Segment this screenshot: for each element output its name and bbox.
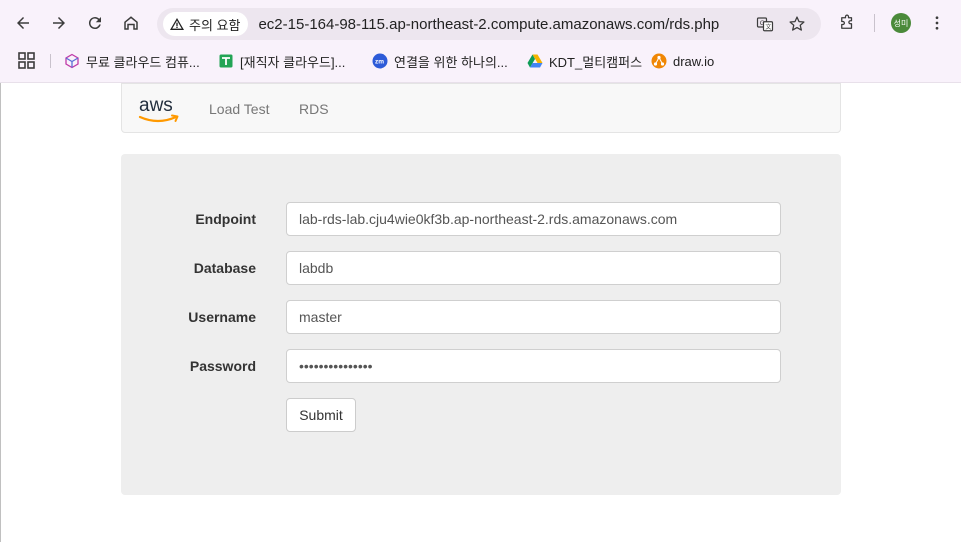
password-label: Password [189, 358, 256, 374]
bookmarks-divider [50, 54, 51, 68]
reload-icon [88, 17, 101, 30]
database-input[interactable] [286, 251, 781, 285]
more-vertical-icon [935, 16, 939, 30]
translate-icon: G文 [756, 17, 774, 32]
password-row: Password [121, 349, 841, 383]
bookmark-label: KDT_멀티캠퍼스 [549, 54, 643, 70]
bookmark-label: 연결을 위한 하나의... [394, 54, 508, 70]
username-label: Username [188, 309, 256, 325]
zoom-icon: zm [372, 53, 388, 69]
sheets-icon [218, 53, 234, 69]
address-bar[interactable]: 주의 요함 ec2-15-164-98-115.ap-northeast-2.c… [157, 8, 821, 40]
browser-toolbar: 주의 요함 ec2-15-164-98-115.ap-northeast-2.c… [0, 0, 961, 46]
bookmark-item[interactable]: 무료 클라우드 컴퓨... [64, 51, 200, 71]
profile-avatar[interactable]: 성미 [891, 13, 911, 33]
arrow-right-icon [53, 17, 65, 29]
site-navbar: aws Load Test RDS [121, 83, 841, 133]
warning-icon [170, 18, 184, 30]
endpoint-input[interactable] [286, 202, 781, 236]
arrow-left-icon [17, 17, 29, 29]
bookmark-item[interactable]: [재직자 클라우드]... [218, 51, 345, 71]
puzzle-icon [841, 14, 853, 29]
star-icon [789, 16, 805, 31]
security-chip[interactable]: 주의 요함 [163, 12, 249, 36]
translate-button[interactable]: G文 [753, 12, 777, 36]
browser-chrome: 주의 요함 ec2-15-164-98-115.ap-northeast-2.c… [0, 0, 961, 83]
endpoint-label: Endpoint [195, 211, 256, 227]
bookmark-item[interactable]: KDT_멀티캠퍼스 [527, 51, 642, 71]
logo-text: aws [139, 95, 173, 116]
bookmark-label: 무료 클라우드 컴퓨... [86, 54, 200, 70]
nav-link-rds[interactable]: RDS [299, 101, 329, 117]
bookmark-star-button[interactable] [785, 12, 809, 36]
aws-logo-icon: aws [138, 95, 179, 123]
svg-text:zm: zm [375, 59, 384, 66]
nav-link-load-test[interactable]: Load Test [209, 101, 269, 117]
database-row: Database [121, 251, 841, 285]
page-content: aws Load Test RDS Endpoint Database User… [0, 83, 961, 542]
home-button[interactable] [117, 9, 145, 37]
rds-form-panel: Endpoint Database Username Password Subm… [121, 154, 841, 495]
username-row: Username [121, 300, 841, 334]
username-input[interactable] [286, 300, 781, 334]
reload-button[interactable] [81, 9, 109, 37]
bookmark-item[interactable]: zm 연결을 위한 하나의... [372, 51, 508, 71]
forward-button[interactable] [45, 9, 73, 37]
submit-button[interactable]: Submit [286, 398, 356, 432]
apps-grid-icon [18, 52, 35, 69]
bookmark-item[interactable]: draw.io [651, 51, 714, 71]
drive-icon [527, 53, 543, 69]
url-text[interactable]: ec2-15-164-98-115.ap-northeast-2.compute… [258, 16, 719, 33]
aws-logo[interactable]: aws [138, 94, 182, 126]
bookmark-label: draw.io [673, 53, 715, 69]
extensions-button[interactable] [834, 10, 860, 36]
home-icon [124, 16, 138, 30]
bookmark-label: [재직자 클라우드]... [240, 54, 346, 70]
browser-menu-button[interactable] [926, 11, 948, 35]
apps-button[interactable] [18, 52, 36, 70]
endpoint-row: Endpoint [121, 202, 841, 236]
database-label: Database [193, 260, 256, 276]
back-button[interactable] [9, 9, 37, 37]
toolbar-divider [874, 14, 875, 32]
drawio-icon [651, 53, 667, 69]
bookmarks-bar: 무료 클라우드 컴퓨... [재직자 클라우드]... zm 연결을 위한 하나… [0, 46, 961, 76]
cube-icon [64, 53, 80, 69]
password-input[interactable] [286, 349, 781, 383]
security-label: 주의 요함 [189, 17, 241, 33]
